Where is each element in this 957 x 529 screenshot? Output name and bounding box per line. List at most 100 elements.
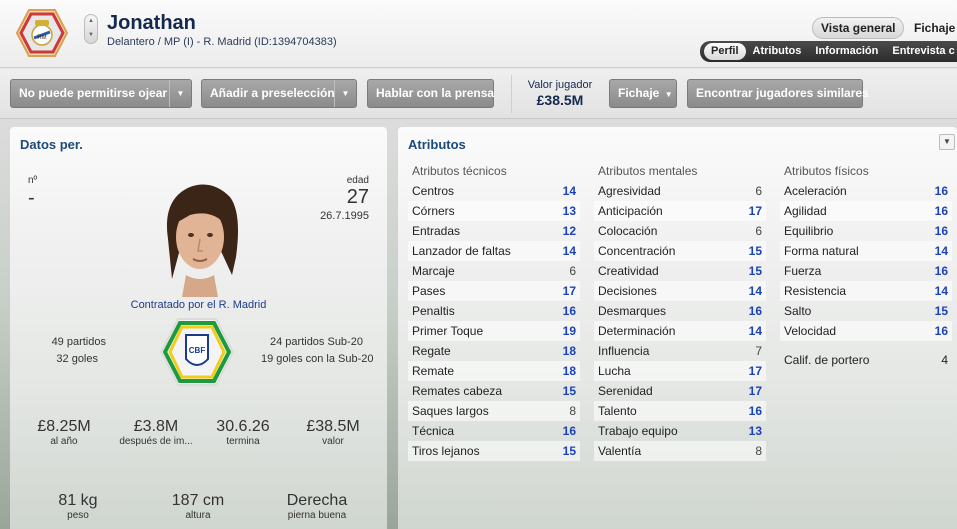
- subtab-atributos[interactable]: Atributos: [746, 43, 809, 60]
- attribute-row[interactable]: Primer Toque 19: [408, 321, 580, 341]
- column-heading: Atributos mentales: [598, 164, 698, 178]
- attribute-row[interactable]: Forma natural 14: [780, 241, 952, 261]
- attribute-value: 16: [934, 224, 948, 238]
- attribute-value: 17: [748, 364, 762, 378]
- attribute-row[interactable]: Agresividad 6: [594, 181, 766, 201]
- attribute-row[interactable]: Marcaje 6: [408, 261, 580, 281]
- attribute-row[interactable]: Desmarques 16: [594, 301, 766, 321]
- press-button[interactable]: Hablar con la prensa: [367, 79, 494, 108]
- attribute-row[interactable]: Equilibrio 16: [780, 221, 952, 241]
- attribute-row[interactable]: Regate 18: [408, 341, 580, 361]
- attribute-value: 6: [569, 264, 576, 278]
- transfer-button[interactable]: Fichaje ▼: [609, 79, 677, 108]
- attribute-name: Córners: [412, 204, 455, 218]
- attribute-name: Fuerza: [784, 264, 822, 278]
- attribute-value: 16: [748, 404, 762, 418]
- attribute-row[interactable]: Influencia 7: [594, 341, 766, 361]
- wage-block: £8.25M al año: [14, 418, 114, 447]
- attribute-name: Forma natural: [784, 244, 859, 258]
- club-goals: 32 goles: [56, 353, 98, 365]
- attribute-row[interactable]: Serenidad 17: [594, 381, 766, 401]
- attribute-name: Serenidad: [598, 384, 653, 398]
- attribute-row[interactable]: Remate 18: [408, 361, 580, 381]
- attribute-row[interactable]: Fuerza 16: [780, 261, 952, 281]
- foot-value: Derecha: [286, 492, 348, 509]
- weight-value: 81 kg: [58, 492, 98, 509]
- svg-text:CBF: CBF: [189, 346, 206, 355]
- player-subtitle[interactable]: Delantero / MP (I) - R. Madrid (ID:13947…: [107, 36, 337, 48]
- attribute-row[interactable]: Salto 15: [780, 301, 952, 321]
- tab-fichaje[interactable]: Fichaje: [914, 21, 955, 35]
- tab-vista-general[interactable]: Vista general: [812, 17, 905, 39]
- shortlist-button[interactable]: Añadir a preselección ▼: [201, 79, 357, 108]
- down-arrow-icon[interactable]: ▼: [88, 32, 94, 38]
- attribute-row[interactable]: Córners 13: [408, 201, 580, 221]
- attribute-row[interactable]: Agilidad 16: [780, 201, 952, 221]
- attribute-row[interactable]: Lanzador de faltas 14: [408, 241, 580, 261]
- up-arrow-icon[interactable]: ▲: [88, 18, 94, 24]
- attribute-value: 14: [934, 284, 948, 298]
- u20-goals: 19 goles con la Sub-20: [261, 353, 374, 365]
- chevron-down-icon[interactable]: ▼: [334, 80, 356, 107]
- attribute-row[interactable]: Determinación 14: [594, 321, 766, 341]
- attribute-row[interactable]: Trabajo equipo 13: [594, 421, 766, 441]
- attribute-row[interactable]: Creatividad 15: [594, 261, 766, 281]
- gk-label: Calif. de portero: [784, 353, 870, 367]
- attribute-row[interactable]: Aceleración 16: [780, 181, 952, 201]
- subtab-entrevista[interactable]: Entrevista c: [885, 43, 957, 60]
- attribute-row[interactable]: Centros 14: [408, 181, 580, 201]
- attribute-value: 15: [562, 444, 576, 458]
- attribute-row[interactable]: Lucha 17: [594, 361, 766, 381]
- attribute-row[interactable]: Pases 17: [408, 281, 580, 301]
- gk-value: 4: [941, 353, 948, 367]
- wage-caption: al año: [50, 436, 78, 447]
- attribute-row[interactable]: Colocación 6: [594, 221, 766, 241]
- subtab-perfil[interactable]: Perfil: [704, 43, 746, 60]
- attribute-name: Colocación: [598, 224, 658, 238]
- attribute-value: 16: [934, 204, 948, 218]
- attribute-name: Trabajo equipo: [598, 424, 678, 438]
- attribute-name: Concentración: [598, 244, 676, 258]
- attribute-row[interactable]: Penaltis 16: [408, 301, 580, 321]
- attribute-row[interactable]: Saques largos 8: [408, 401, 580, 421]
- attribute-row[interactable]: Valentía 8: [594, 441, 766, 461]
- attribute-row[interactable]: Remates cabeza 15: [408, 381, 580, 401]
- attribute-row[interactable]: Técnica 16: [408, 421, 580, 441]
- attribute-row[interactable]: Entradas 12: [408, 221, 580, 241]
- club-apps: 49 partidos: [51, 336, 106, 348]
- subtab-informacion[interactable]: Información: [808, 43, 885, 60]
- attribute-row[interactable]: Talento 16: [594, 401, 766, 421]
- press-button-label: Hablar con la prensa: [376, 86, 495, 100]
- attribute-row[interactable]: Resistencia 14: [780, 281, 952, 301]
- attribute-value: 13: [748, 424, 762, 438]
- attribute-name: Aceleración: [784, 184, 847, 198]
- scout-button[interactable]: No puede permitirse ojear ▼: [10, 79, 192, 108]
- attribute-name: Lanzador de faltas: [412, 244, 511, 258]
- attribute-value: 16: [934, 184, 948, 198]
- player-header: RM ▲ ▼ Jonathan Delantero / MP (I) - R. …: [0, 0, 957, 68]
- panel-title: Atributos: [408, 137, 466, 152]
- attribute-row[interactable]: Concentración 15: [594, 241, 766, 261]
- chevron-down-icon[interactable]: ▼: [169, 80, 191, 107]
- goalkeeper-rating-row[interactable]: Calif. de portero 4: [780, 353, 952, 373]
- attribute-name: Saques largos: [412, 404, 489, 418]
- contract-link[interactable]: Contratado por el R. Madrid: [10, 299, 387, 311]
- attribute-value: 6: [755, 184, 762, 198]
- attribute-value: 16: [748, 304, 762, 318]
- attribute-name: Resistencia: [784, 284, 847, 298]
- attribute-value: 18: [562, 344, 576, 358]
- technical-column: Atributos técnicos Centros 14 Córners 13 Ent…: [408, 164, 580, 461]
- attribute-value: 16: [934, 324, 948, 338]
- attribute-row[interactable]: Decisiones 14: [594, 281, 766, 301]
- find-similar-button[interactable]: Encontrar jugadores similares: [687, 79, 869, 108]
- shortlist-button-label: Añadir a preselección: [210, 86, 335, 100]
- attribute-row[interactable]: Velocidad 16: [780, 321, 952, 341]
- player-scroll-arrows[interactable]: ▲ ▼: [84, 14, 98, 44]
- contract-end-value: 30.6.26: [216, 418, 270, 435]
- attribute-row[interactable]: Tiros lejanos 15: [408, 441, 580, 461]
- column-heading: Atributos técnicos: [412, 164, 507, 178]
- attribute-row[interactable]: Anticipación 17: [594, 201, 766, 221]
- player-portrait-icon: [166, 184, 238, 297]
- panel-menu-chevron-icon[interactable]: ▼: [939, 134, 955, 150]
- attribute-value: 16: [934, 264, 948, 278]
